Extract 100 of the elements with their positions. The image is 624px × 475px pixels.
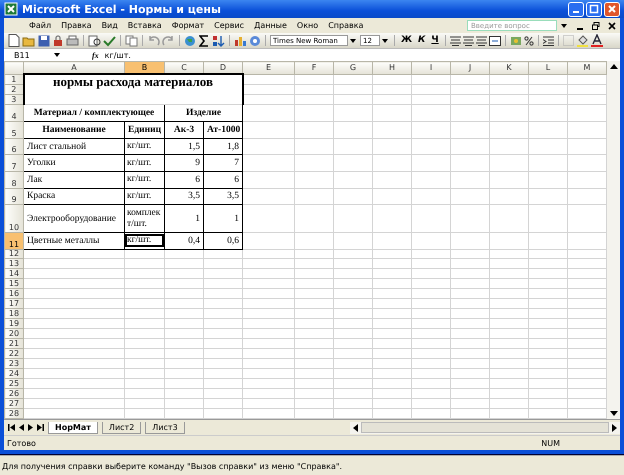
row-header[interactable]: 5 [4, 122, 24, 138]
chart-icon[interactable] [234, 34, 247, 46]
format-button[interactable]: Ж [399, 35, 414, 46]
spelling-icon[interactable] [103, 34, 116, 46]
column-header[interactable]: I [412, 62, 450, 74]
sum-icon[interactable] [199, 34, 210, 46]
row-header[interactable]: 17 [4, 298, 24, 309]
merge-cells-icon[interactable] [488, 36, 501, 46]
indent-icon[interactable] [542, 36, 554, 46]
row-header[interactable]: 4 [4, 104, 24, 122]
percent-icon[interactable] [524, 36, 534, 46]
table-cell[interactable]: кг/шт. [125, 190, 164, 203]
print-preview-icon[interactable] [88, 34, 101, 46]
dropdown-arrow-icon[interactable] [382, 38, 388, 42]
sort-icon[interactable] [212, 34, 225, 46]
dropdown-arrow-icon[interactable] [54, 53, 60, 57]
last-sheet-icon[interactable] [37, 424, 44, 431]
row-header[interactable]: 23 [4, 358, 24, 368]
insert-function-button[interactable]: fx [92, 50, 99, 60]
previous-sheet-icon[interactable] [19, 424, 24, 431]
row-header[interactable]: 14 [4, 268, 24, 279]
close-button[interactable] [604, 2, 620, 16]
row-header[interactable]: 8 [4, 172, 24, 188]
save-icon[interactable] [38, 34, 50, 46]
column-header[interactable]: C [164, 62, 204, 74]
copy-icon[interactable] [125, 34, 138, 46]
redo-icon[interactable] [162, 34, 175, 46]
column-header[interactable]: F [294, 62, 334, 74]
row-header[interactable]: 16 [4, 288, 24, 299]
scroll-right-icon[interactable] [612, 424, 617, 432]
scroll-up-icon[interactable] [610, 64, 618, 69]
sheet-tab[interactable]: Лист3 [145, 422, 185, 434]
column-header[interactable]: E [242, 62, 294, 74]
column-header[interactable]: J [450, 62, 490, 74]
table-cell[interactable]: кг/шт. [125, 156, 164, 170]
row-header[interactable]: 22 [4, 348, 24, 358]
new-document-icon[interactable] [8, 34, 20, 47]
menu-item[interactable]: Вид [96, 21, 123, 30]
table-cell[interactable]: кг/шт. [125, 173, 164, 186]
vertical-scrollbar[interactable] [607, 61, 620, 419]
table-cell[interactable]: кг/шт. [125, 140, 164, 154]
column-header[interactable]: K [490, 62, 528, 74]
row-header[interactable]: 25 [4, 378, 24, 388]
row-header[interactable]: 6 [4, 138, 24, 155]
align-icon[interactable] [462, 36, 474, 46]
name-box[interactable]: B11 [4, 50, 54, 60]
menu-item[interactable]: Сервис [209, 21, 250, 30]
sheet-tab[interactable]: Лист2 [102, 422, 142, 434]
column-header[interactable]: D [204, 62, 242, 74]
close-icon[interactable] [608, 22, 616, 30]
align-icon[interactable] [476, 36, 487, 46]
row-header[interactable]: 21 [4, 338, 24, 349]
row-header[interactable]: 1 [4, 74, 24, 84]
restore-icon[interactable] [592, 22, 600, 30]
menu-item[interactable]: Данные [249, 21, 292, 30]
row-header[interactable]: 7 [4, 154, 24, 172]
format-button[interactable]: Ч [429, 35, 441, 46]
menu-item[interactable]: Справка [323, 21, 368, 30]
scroll-down-icon[interactable] [610, 411, 618, 416]
format-button[interactable]: К [416, 35, 428, 46]
fill-color-icon[interactable] [576, 34, 589, 47]
row-header[interactable]: 26 [4, 388, 24, 398]
row-header[interactable]: 19 [4, 318, 24, 329]
column-header[interactable]: M [568, 62, 606, 74]
menu-item[interactable]: Файл [24, 21, 56, 30]
sheet-tab[interactable]: НорМат [48, 422, 98, 434]
formula-field[interactable]: кг/шт. [104, 50, 620, 60]
maximize-button[interactable] [586, 2, 602, 16]
column-header[interactable]: L [528, 62, 568, 74]
next-sheet-icon[interactable] [28, 424, 33, 431]
table-cell[interactable]: кг/шт. [125, 234, 164, 248]
row-header[interactable]: 27 [4, 398, 24, 408]
column-header[interactable]: H [372, 62, 412, 74]
table-cell[interactable]: комплект/шт. [125, 206, 164, 231]
row-header[interactable]: 13 [4, 258, 24, 269]
scroll-left-icon[interactable] [353, 424, 358, 432]
menu-item[interactable]: Вставка [122, 21, 167, 30]
dropdown-arrow-icon[interactable] [561, 24, 567, 28]
dropdown-arrow-icon[interactable] [350, 38, 356, 42]
menu-item[interactable]: Правка [56, 21, 97, 30]
minimize-button[interactable] [568, 2, 584, 16]
row-header[interactable]: 9 [4, 188, 24, 205]
row-header[interactable]: 24 [4, 368, 24, 378]
row-header[interactable]: 12 [4, 249, 24, 259]
row-header[interactable]: 28 [4, 408, 24, 418]
font-color-icon[interactable] [590, 34, 603, 47]
menu-item[interactable]: Окно [292, 21, 324, 30]
column-header[interactable]: G [334, 62, 372, 74]
row-header[interactable]: 15 [4, 278, 24, 289]
column-header[interactable]: A [24, 62, 124, 74]
align-icon[interactable] [450, 36, 461, 46]
first-sheet-icon[interactable] [8, 424, 15, 431]
horizontal-scrollbar[interactable] [350, 422, 620, 434]
row-header[interactable]: 11 [4, 232, 24, 250]
row-header[interactable]: 10 [4, 204, 24, 232]
row-header[interactable]: 3 [4, 94, 24, 104]
row-header[interactable]: 18 [4, 308, 24, 319]
menu-item[interactable]: Формат [166, 21, 210, 30]
lock-icon[interactable] [52, 34, 64, 46]
column-header[interactable]: B [124, 62, 164, 74]
